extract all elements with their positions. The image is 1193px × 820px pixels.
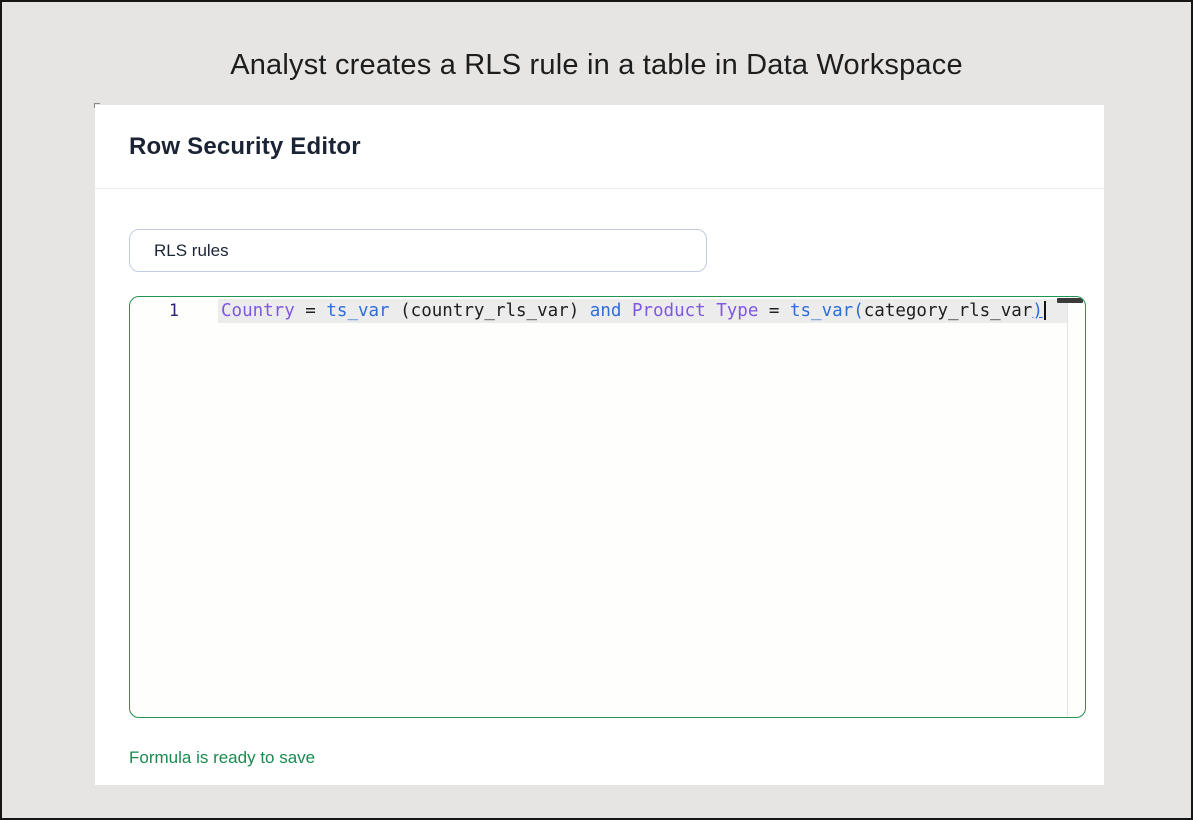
scrollbar-thumb[interactable] [1057, 298, 1083, 303]
editor-gutter: 1 [130, 297, 218, 717]
code-token-field: Country [221, 301, 295, 321]
panel-body: RLS rules 1 Country = ts_var (country_rl… [95, 189, 1104, 768]
code-token-plain: = [295, 301, 327, 321]
code-token-function: ts_var [326, 301, 389, 321]
rule-name-input[interactable]: RLS rules [129, 229, 707, 272]
code-token-keyword: and [590, 301, 622, 321]
code-token-plain: category_rls_var [864, 301, 1033, 321]
screenshot-artifact [94, 103, 100, 108]
code-area: Country = ts_var (country_rls_var) and P… [218, 299, 1068, 323]
row-security-editor-panel: Row Security Editor RLS rules 1 Country … [95, 105, 1104, 785]
page-title: Analyst creates a RLS rule in a table in… [2, 46, 1191, 84]
code-token-plain: = [758, 301, 790, 321]
panel-header: Row Security Editor [95, 105, 1104, 189]
code-token-plain: (country_rls_var) [390, 301, 590, 321]
code-token-function: ts_var( [790, 301, 864, 321]
formula-editor[interactable]: 1 Country = ts_var (country_rls_var) and… [129, 296, 1086, 718]
vertical-scrollbar-track[interactable] [1067, 297, 1085, 717]
code-line[interactable]: Country = ts_var (country_rls_var) and P… [218, 299, 1068, 323]
status-message: Formula is ready to save [129, 748, 1104, 768]
code-token-bracket-match: ) [1032, 301, 1043, 321]
line-number: 1 [130, 299, 218, 323]
code-token-field: Product Type [632, 301, 758, 321]
code-token-plain [621, 301, 632, 321]
panel-heading: Row Security Editor [129, 133, 361, 161]
text-cursor [1044, 301, 1046, 320]
rule-name-value: RLS rules [154, 241, 229, 261]
screenshot-root: { "title": "Analyst creates a RLS rule i… [0, 0, 1193, 820]
